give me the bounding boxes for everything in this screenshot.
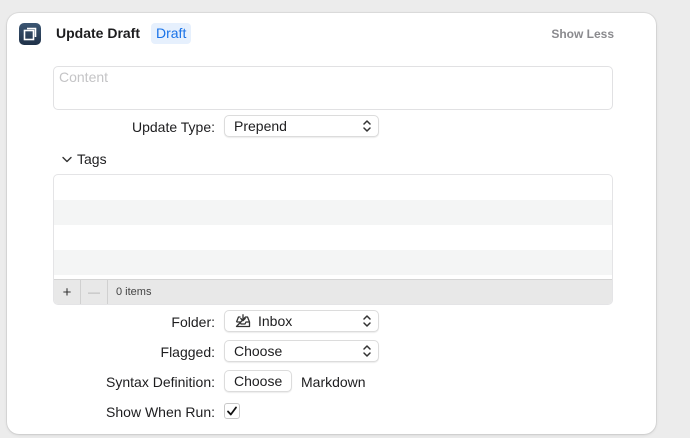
draft-token[interactable]: Draft [151, 23, 192, 44]
drafts-app-icon [19, 23, 41, 45]
plus-icon: + [62, 283, 72, 301]
syntax-definition-label: Syntax Definition: [106, 374, 215, 390]
update-type-value: Prepend [234, 118, 287, 134]
list-item [54, 250, 612, 275]
up-down-chevron-icon [363, 315, 371, 327]
tag-item-count: 0 items [116, 286, 152, 298]
minus-icon: — [88, 285, 100, 299]
action-card: Update Draft Draft Show Less Update Type… [7, 13, 656, 434]
update-type-select[interactable]: Prepend [224, 115, 379, 137]
show-when-run-checkbox[interactable] [224, 403, 240, 419]
flagged-select[interactable]: Choose [224, 340, 379, 362]
inbox-tray-icon [235, 314, 251, 328]
add-tag-button[interactable]: + [54, 279, 81, 304]
tags-disclosure[interactable]: Tags [62, 151, 107, 167]
show-when-run-label: Show When Run: [106, 404, 215, 420]
update-type-label: Update Type: [131, 119, 215, 135]
up-down-chevron-icon [363, 345, 371, 357]
list-item [54, 225, 612, 250]
up-down-chevron-icon [363, 120, 371, 132]
checkmark-icon [227, 406, 237, 416]
remove-tag-button[interactable]: — [81, 279, 108, 304]
action-title: Update Draft [56, 25, 141, 41]
chevron-down-icon [62, 156, 72, 162]
flagged-label: Flagged: [160, 344, 215, 360]
syntax-choose-button[interactable]: Choose [224, 370, 293, 392]
tags-list[interactable]: + — 0 items [53, 174, 613, 305]
list-item [54, 175, 612, 200]
tags-list-footer: + — 0 items [54, 279, 612, 304]
folder-label: Folder: [171, 314, 215, 330]
folder-value: Inbox [258, 313, 293, 329]
show-less-button[interactable]: Show Less [551, 27, 614, 41]
content-field[interactable] [53, 66, 613, 110]
folder-select[interactable]: Inbox [224, 310, 379, 332]
flagged-value: Choose [234, 343, 283, 359]
tags-label: Tags [77, 151, 107, 167]
syntax-definition-value: Markdown [301, 374, 366, 390]
list-item [54, 200, 612, 225]
